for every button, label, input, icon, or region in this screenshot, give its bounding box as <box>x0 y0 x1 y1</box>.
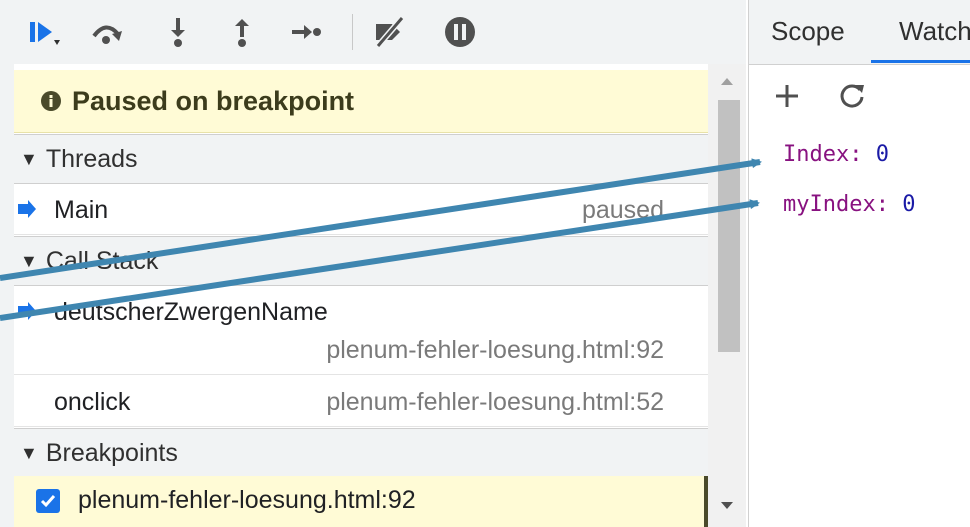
debugger-sidebar: Paused on breakpoint ▼ Threads Main paus… <box>14 64 708 527</box>
current-thread-arrow-icon <box>18 200 36 218</box>
call-stack-header-label: Call Stack <box>45 246 159 275</box>
breakpoint-row[interactable]: plenum-fehler-loesung.html:92 <box>14 476 708 527</box>
call-frame-location[interactable]: plenum-fehler-loesung.html:52 <box>326 388 664 417</box>
add-watch-icon[interactable] <box>773 82 801 110</box>
step-over-button[interactable] <box>86 14 126 50</box>
call-frame-function: onclick <box>54 388 131 416</box>
step-icon <box>292 25 321 39</box>
refresh-icon[interactable] <box>837 81 867 111</box>
resume-icon <box>30 22 60 45</box>
call-stack-section-header[interactable]: ▼ Call Stack <box>14 236 708 286</box>
debugger-toolbar <box>0 0 746 64</box>
paused-message-bar: Paused on breakpoint <box>14 70 708 133</box>
triangle-down-icon: ▼ <box>20 442 38 463</box>
current-frame-arrow-icon <box>18 302 36 320</box>
scroll-down-arrow-icon[interactable] <box>720 501 734 511</box>
toolbar-separator <box>352 14 353 50</box>
pause-on-exceptions-icon <box>445 17 475 47</box>
step-over-icon <box>92 25 122 44</box>
watch-toolbar <box>749 65 970 125</box>
triangle-down-icon: ▼ <box>20 250 38 271</box>
deactivate-breakpoints-icon <box>375 16 405 48</box>
thread-row-main[interactable]: Main paused <box>14 184 708 235</box>
call-frame-location[interactable]: plenum-fehler-loesung.html:92 <box>326 336 664 365</box>
watch-expression-row[interactable]: Index: 0 <box>783 142 889 167</box>
breakpoints-header-label: Breakpoints <box>45 438 178 467</box>
scroll-up-arrow-icon[interactable] <box>720 76 734 86</box>
call-frame-row[interactable]: onclick plenum-fehler-loesung.html:52 <box>14 376 708 427</box>
step-out-button[interactable] <box>222 14 262 50</box>
pause-on-exceptions-button[interactable] <box>440 14 480 50</box>
breakpoints-section-header[interactable]: ▼ Breakpoints <box>14 428 708 478</box>
threads-header-label: Threads <box>45 144 138 173</box>
breakpoint-checkbox[interactable] <box>36 489 60 513</box>
thread-state: paused <box>581 196 664 224</box>
paused-message: Paused on breakpoint <box>72 85 355 116</box>
watch-expression-value: 0 <box>875 142 889 167</box>
sidebar-scrollbar[interactable] <box>708 64 746 527</box>
step-into-icon <box>171 18 185 47</box>
call-frame-function: deutscherZwergenName <box>54 298 328 326</box>
watch-expression-name: Index <box>783 142 850 167</box>
watch-expression-name: myIndex <box>783 192 876 217</box>
tab-scope[interactable]: Scope <box>771 16 845 47</box>
tab-watch[interactable]: Watch <box>899 16 970 47</box>
threads-section-header[interactable]: ▼ Threads <box>14 134 708 184</box>
resume-button[interactable] <box>24 14 64 50</box>
scrollbar-thumb[interactable] <box>718 100 740 352</box>
step-button[interactable] <box>286 14 326 50</box>
info-icon <box>41 91 61 111</box>
active-tab-indicator <box>871 60 970 63</box>
watch-panel: Scope Watch Index: 0 myIndex: 0 <box>748 0 970 527</box>
breakpoint-label: plenum-fehler-loesung.html:92 <box>78 486 416 514</box>
right-panel-tabbar: Scope Watch <box>749 0 970 65</box>
deactivate-breakpoints-button[interactable] <box>370 14 410 50</box>
checkmark-icon <box>40 495 56 508</box>
watch-expression-row[interactable]: myIndex: 0 <box>783 192 915 217</box>
step-into-button[interactable] <box>158 14 198 50</box>
step-out-icon <box>235 19 249 47</box>
thread-name: Main <box>54 196 109 224</box>
call-frame-row[interactable]: deutscherZwergenName plenum-fehler-loesu… <box>14 286 708 375</box>
debugger-sidebar-pane: Paused on breakpoint ▼ Threads Main paus… <box>0 0 746 527</box>
triangle-down-icon: ▼ <box>20 148 38 169</box>
watch-expression-value: 0 <box>902 192 916 217</box>
